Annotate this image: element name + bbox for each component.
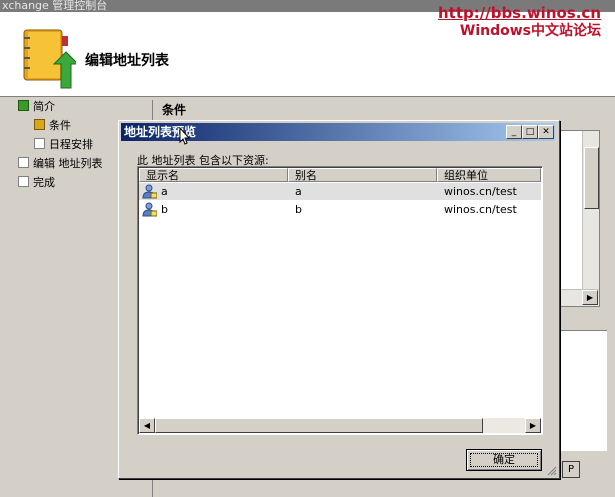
- maximize-button[interactable]: □: [522, 125, 538, 139]
- column-display-name[interactable]: 显示名: [139, 168, 288, 182]
- watermark-name: Windows中文站论坛: [459, 23, 601, 39]
- step-finish[interactable]: 完成: [18, 175, 55, 191]
- resource-list[interactable]: 显示名 别名 组织单位 a a winos.cn/test b b winos.…: [137, 166, 543, 435]
- window-title: xchange 管理控制台: [2, 0, 108, 12]
- preview-button[interactable]: P: [562, 461, 580, 478]
- cell-org-unit: winos.cn/test: [444, 185, 517, 198]
- step-intro[interactable]: 简介: [18, 99, 55, 115]
- step-pending-icon: [18, 176, 29, 187]
- user-mailbox-icon: [142, 184, 157, 199]
- close-button[interactable]: ✕: [538, 125, 554, 139]
- watermark: http://bbs.winos.cn Windows中文站论坛: [438, 4, 601, 40]
- step-label: 编辑 地址列表: [33, 157, 103, 170]
- cell-display-name: b: [161, 203, 168, 216]
- step-schedule[interactable]: 日程安排: [34, 137, 93, 153]
- step-label: 简介: [33, 100, 55, 113]
- dialog-titlebar[interactable]: 地址列表预览 _ □ ✕: [121, 123, 555, 145]
- scrollbar-thumb[interactable]: [584, 147, 599, 209]
- horizontal-scrollbar[interactable]: ◀ ▶: [139, 418, 541, 433]
- horizontal-scrollbar[interactable]: ▶: [561, 289, 599, 306]
- minimize-button[interactable]: _: [506, 125, 522, 139]
- column-org-unit[interactable]: 组织单位: [437, 168, 541, 182]
- cell-alias: b: [295, 203, 302, 216]
- scrollbar-thumb[interactable]: [155, 418, 483, 433]
- table-row[interactable]: a a winos.cn/test: [139, 183, 541, 200]
- step-current-icon: [34, 119, 45, 130]
- cell-org-unit: winos.cn/test: [444, 203, 517, 216]
- watermark-url: http://bbs.winos.cn: [438, 4, 601, 22]
- table-row[interactable]: b b winos.cn/test: [139, 201, 541, 218]
- step-edit-address-list[interactable]: 编辑 地址列表: [18, 156, 103, 172]
- step-done-icon: [18, 100, 29, 111]
- cell-display-name: a: [161, 185, 168, 198]
- section-label: 条件: [162, 103, 187, 117]
- step-conditions[interactable]: 条件: [34, 118, 71, 134]
- list-header: 显示名 别名 组织单位: [139, 168, 541, 182]
- preview-area: [560, 330, 607, 451]
- mouse-cursor-icon: [179, 127, 191, 145]
- step-label: 日程安排: [49, 138, 93, 151]
- scroll-right-icon[interactable]: ▶: [525, 418, 541, 433]
- resize-grip-icon[interactable]: [547, 466, 557, 476]
- scroll-right-icon[interactable]: ▶: [582, 290, 598, 305]
- step-pending-icon: [34, 138, 45, 149]
- address-list-preview-dialog: 地址列表预览 _ □ ✕ 此 地址列表 包含以下资源: 显示名 别名 组织单位 …: [118, 120, 560, 479]
- scroll-left-icon[interactable]: ◀: [139, 418, 155, 433]
- conditions-list[interactable]: ▶: [560, 130, 600, 307]
- focus-rect: [470, 453, 538, 467]
- ok-button[interactable]: 确定: [466, 449, 542, 471]
- step-label: 完成: [33, 176, 55, 189]
- column-alias[interactable]: 别名: [288, 168, 437, 182]
- step-pending-icon: [18, 157, 29, 168]
- address-book-icon: [23, 29, 76, 89]
- cell-alias: a: [295, 185, 302, 198]
- vertical-scrollbar[interactable]: [582, 131, 599, 289]
- step-label: 条件: [49, 119, 71, 132]
- wizard-title: 编辑地址列表: [85, 53, 169, 69]
- user-mailbox-icon: [142, 202, 157, 217]
